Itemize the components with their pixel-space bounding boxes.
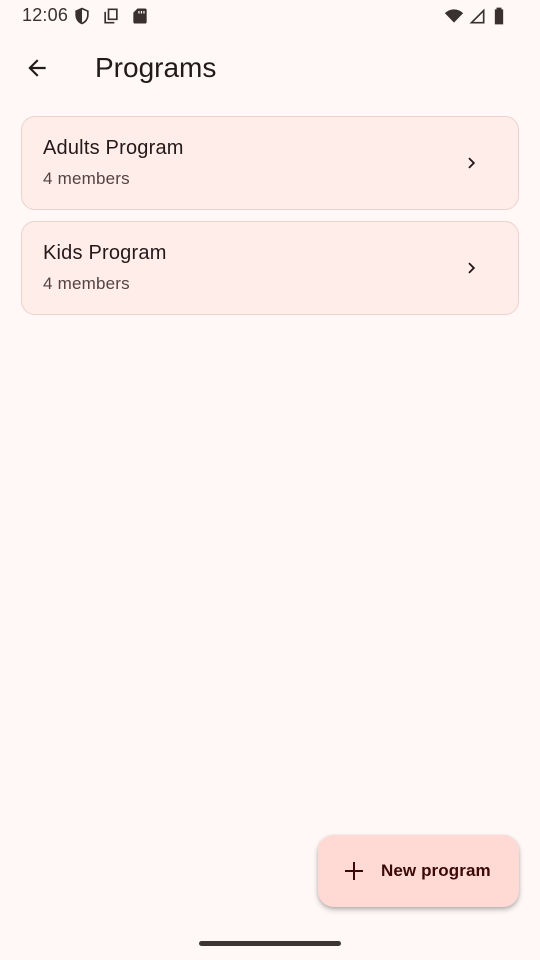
shield-icon bbox=[72, 6, 92, 26]
program-card-adults[interactable]: Adults Program 4 members bbox=[21, 116, 519, 210]
new-program-button[interactable]: New program bbox=[318, 835, 519, 907]
program-list: Adults Program 4 members Kids Program 4 … bbox=[21, 116, 519, 326]
program-name: Kids Program bbox=[43, 242, 167, 264]
program-name: Adults Program bbox=[43, 137, 184, 159]
top-app-bar: Programs bbox=[0, 36, 540, 100]
chevron-right-icon bbox=[461, 257, 483, 279]
copy-icon bbox=[101, 6, 121, 26]
battery-icon bbox=[489, 6, 509, 26]
gesture-nav-handle[interactable] bbox=[199, 941, 341, 946]
program-member-count: 4 members bbox=[43, 169, 130, 188]
program-member-count: 4 members bbox=[43, 274, 130, 293]
chevron-right-icon bbox=[461, 152, 483, 174]
new-program-label: New program bbox=[381, 861, 491, 880]
arrow-left-icon bbox=[28, 59, 46, 77]
status-time: 12:06 bbox=[22, 5, 69, 25]
back-button[interactable] bbox=[13, 44, 61, 92]
page-title: Programs bbox=[95, 52, 217, 83]
cell-signal-icon bbox=[467, 6, 487, 26]
status-bar: 12:06 bbox=[0, 0, 540, 32]
plus-icon bbox=[342, 859, 366, 883]
program-card-kids[interactable]: Kids Program 4 members bbox=[21, 221, 519, 315]
sd-card-icon bbox=[130, 6, 150, 26]
wifi-icon bbox=[444, 6, 464, 26]
